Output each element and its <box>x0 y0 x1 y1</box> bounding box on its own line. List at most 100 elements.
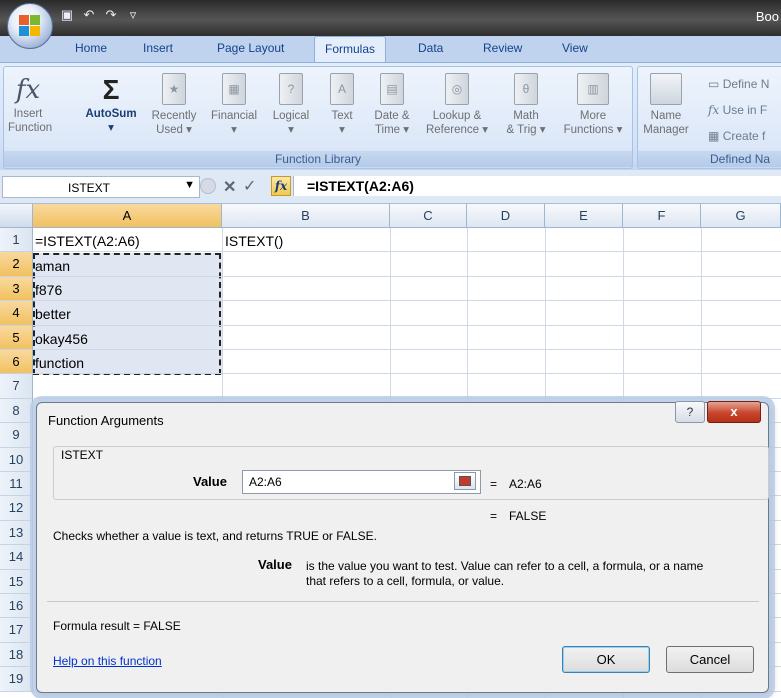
row-header-8[interactable]: 8 <box>0 398 33 424</box>
insert-function-button[interactable]: fx Insert Function <box>8 73 52 135</box>
help-on-function-link[interactable]: Help on this function <box>53 654 162 668</box>
ribbon: fx Insert Function Σ AutoSum ▾ ★ Recentl… <box>0 62 781 171</box>
redo-icon[interactable]: ↷ <box>102 7 120 23</box>
row-header-15[interactable]: 15 <box>0 569 33 594</box>
fx-small-icon: fx <box>708 103 720 117</box>
cancel-button[interactable]: Cancel <box>666 646 754 673</box>
book-a-icon: A <box>330 73 354 105</box>
label: ▾ <box>339 124 345 136</box>
book-lookup-icon: ◎ <box>445 73 469 105</box>
logical-button[interactable]: ? Logical ▾ <box>266 73 316 137</box>
tab-insert[interactable]: Insert <box>143 41 173 55</box>
tab-page-layout[interactable]: Page Layout <box>217 41 284 55</box>
tab-data[interactable]: Data <box>418 41 443 55</box>
ribbon-tabs: Home Insert Page Layout Formulas Data Re… <box>0 36 781 63</box>
label: Reference ▾ <box>425 124 489 136</box>
parameter-name: Value <box>258 557 292 572</box>
text-button[interactable]: A Text ▾ <box>322 73 362 137</box>
label: Manager <box>643 124 689 136</box>
dropdown-arrow-icon[interactable]: ▼ <box>184 179 195 191</box>
close-icon[interactable]: x <box>707 401 761 423</box>
cancel-icon[interactable]: ✕ <box>223 177 236 197</box>
tab-view[interactable]: View <box>562 41 588 55</box>
date-time-button[interactable]: ▤ Date & Time ▾ <box>366 73 418 137</box>
insert-function-icon[interactable]: fx <box>271 176 291 196</box>
save-icon[interactable]: ▣ <box>58 7 76 23</box>
tab-formulas[interactable]: Formulas <box>314 36 387 63</box>
recently-used-button[interactable]: ★ Recently Used ▾ <box>146 73 202 137</box>
formula-bar-grip-icon <box>200 178 216 194</box>
collapse-dialog-icon[interactable] <box>454 472 476 490</box>
row-header-13[interactable]: 13 <box>0 520 33 546</box>
help-icon[interactable]: ? <box>675 401 705 423</box>
column-header-b[interactable]: B <box>222 204 390 228</box>
create-from-selection-button[interactable]: ▦ Create f <box>708 129 765 143</box>
cell-b1[interactable]: ISTEXT() <box>225 233 283 249</box>
autosum-button[interactable]: Σ AutoSum ▾ <box>80 73 142 135</box>
title-bar: ▣ ↶ ↷ ▿ Boo <box>0 0 781 36</box>
ok-button[interactable]: OK <box>562 646 650 673</box>
use-in-formula-button[interactable]: fx Use in F <box>708 103 767 117</box>
parameter-description-line1: is the value you want to test. Value can… <box>306 559 704 573</box>
row-header-9[interactable]: 9 <box>0 423 33 448</box>
lookup-reference-button[interactable]: ◎ Lookup & Reference ▾ <box>420 73 494 137</box>
function-library-group: fx Insert Function Σ AutoSum ▾ ★ Recentl… <box>3 66 633 169</box>
name-manager-button[interactable]: Name Manager <box>642 73 690 137</box>
row-header-16[interactable]: 16 <box>0 594 33 619</box>
column-header-e[interactable]: E <box>545 204 623 228</box>
cell-a1[interactable]: =ISTEXT(A2:A6) <box>35 233 140 249</box>
row-header-17[interactable]: 17 <box>0 618 33 643</box>
label: Recently <box>151 110 197 122</box>
row-header-10[interactable]: 10 <box>0 447 33 472</box>
row-header-4[interactable]: 4 <box>0 301 33 326</box>
row-header-11[interactable]: 11 <box>0 472 33 497</box>
tab-home[interactable]: Home <box>75 41 107 55</box>
formula-result: Formula result = FALSE <box>53 619 181 633</box>
book-star-icon: ★ <box>162 73 186 105</box>
row-header-2[interactable]: 2 <box>0 252 33 277</box>
select-all-corner[interactable] <box>0 204 33 228</box>
more-functions-button[interactable]: ▥ More Functions ▾ <box>556 73 630 137</box>
equals-sign: = <box>490 477 498 491</box>
row-header-3[interactable]: 3 <box>0 276 33 302</box>
window-title: Boo <box>755 9 779 24</box>
divider <box>47 601 759 602</box>
value-argument-input[interactable]: A2:A6 <box>242 470 481 494</box>
row-header-12[interactable]: 12 <box>0 496 33 521</box>
enter-icon[interactable]: ✓ <box>243 176 256 196</box>
label: Date & <box>374 110 410 122</box>
book-calendar-icon: ▤ <box>380 73 404 105</box>
define-name-button[interactable]: ▭ Define N <box>708 77 769 91</box>
value-argument-text: A2:A6 <box>249 475 282 489</box>
row-header-6[interactable]: 6 <box>0 350 33 375</box>
label: Financial <box>210 110 258 122</box>
label: Logical <box>272 110 310 122</box>
label: AutoSum <box>85 108 137 120</box>
undo-icon[interactable]: ↶ <box>80 7 98 23</box>
value-argument-label: Value <box>193 474 227 489</box>
column-header-f[interactable]: F <box>623 204 701 228</box>
math-trig-button[interactable]: θ Math & Trig ▾ <box>496 73 556 137</box>
row-header-5[interactable]: 5 <box>0 325 33 350</box>
row-header-14[interactable]: 14 <box>0 545 33 570</box>
dialog-title: Function Arguments <box>48 413 164 428</box>
financial-button[interactable]: ▦ Financial ▾ <box>204 73 264 137</box>
row-header-18[interactable]: 18 <box>0 642 33 668</box>
label: Time ▾ <box>374 124 410 136</box>
group-label: Function Library <box>4 151 632 167</box>
function-arguments-dialog: Function Arguments ? x ISTEXT Value A2:A… <box>36 401 769 693</box>
name-box[interactable]: ISTEXT ▼ <box>2 176 200 198</box>
column-header-a[interactable]: A <box>33 204 222 228</box>
label: More <box>579 110 607 122</box>
row-header-1[interactable]: 1 <box>0 228 33 253</box>
tab-review[interactable]: Review <box>483 41 522 55</box>
name-box-value: ISTEXT <box>68 181 111 195</box>
row-header-7[interactable]: 7 <box>0 374 33 399</box>
office-button[interactable] <box>7 3 53 49</box>
column-header-c[interactable]: C <box>390 204 467 228</box>
customize-toolbar-icon[interactable]: ▿ <box>124 7 142 23</box>
formula-input[interactable]: =ISTEXT(A2:A6) <box>293 176 781 196</box>
column-header-d[interactable]: D <box>467 204 545 228</box>
column-header-g[interactable]: G <box>701 204 781 228</box>
row-header-19[interactable]: 19 <box>0 667 33 692</box>
